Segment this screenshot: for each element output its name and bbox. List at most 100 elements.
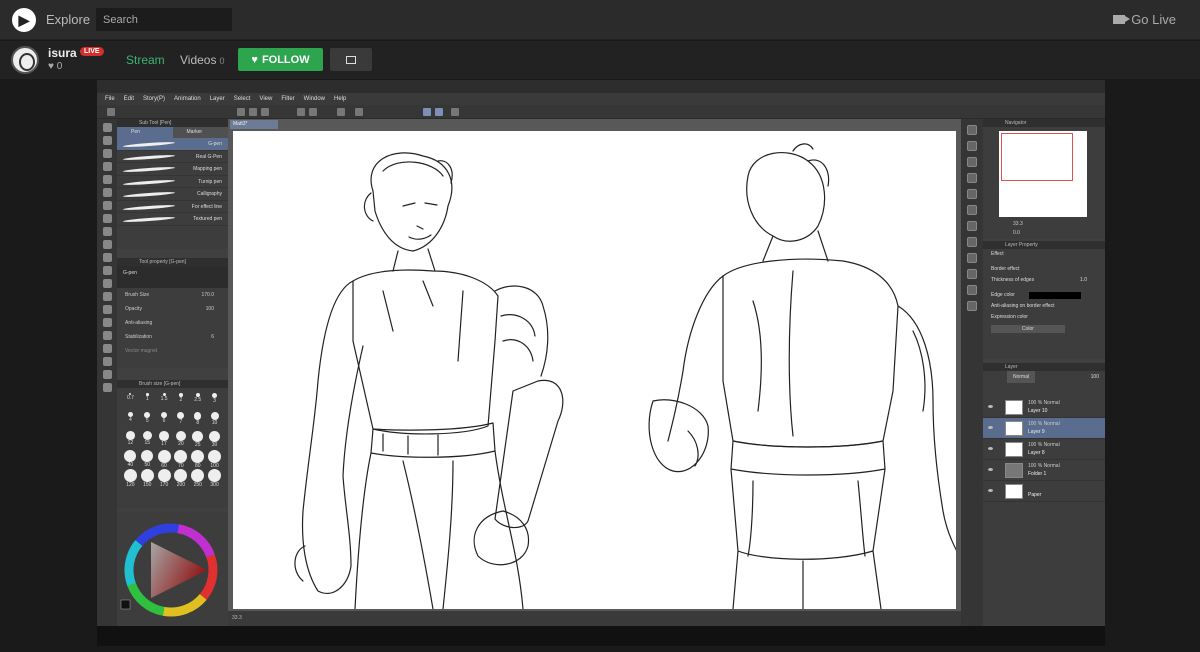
figure-icon (102, 318, 112, 327)
layer-thumbnail (1005, 484, 1023, 499)
eye-icon[interactable] (988, 447, 993, 450)
correct-line-icon (102, 383, 112, 392)
brush-size-cell[interactable]: 2 (173, 392, 188, 409)
brush-size-cell[interactable]: 8 (190, 411, 205, 428)
brush-size-cell[interactable]: 300 (207, 468, 222, 488)
brush-size-cell[interactable]: 10 (207, 411, 222, 428)
brush-size-cell[interactable]: 170 (157, 468, 172, 488)
brush-size-cell[interactable]: 7 (173, 411, 188, 428)
layer-row[interactable]: 100 % Normal Layer 8 (983, 439, 1105, 460)
thickness-label: Thickness of edges (991, 277, 1035, 283)
layer-row[interactable]: Paper (983, 481, 1105, 502)
vector-magnet-row: Vector magnet (125, 348, 158, 354)
gift-button[interactable] (330, 48, 372, 71)
brush-size-cell[interactable]: 40 (123, 449, 138, 468)
canvas-tab[interactable]: Matt3* (230, 120, 278, 129)
brush-size-cell[interactable]: 1 (140, 392, 155, 409)
eye-icon[interactable] (988, 426, 993, 429)
edge-color-swatch[interactable] (1029, 292, 1081, 299)
brush-size-label: 20 (178, 441, 184, 448)
layer-row[interactable]: 100 % Normal Folder 1 (983, 460, 1105, 481)
brush-size-cell[interactable]: 15 (140, 430, 155, 447)
layer-row[interactable]: 100 % Normal Layer 9 (983, 418, 1105, 439)
brush-size-label: 30 (211, 442, 218, 449)
brush-size-cell[interactable]: 60 (157, 449, 172, 469)
layer-mode: 100 % Normal (1028, 442, 1060, 448)
brush-size-cell[interactable]: 50 (140, 449, 155, 468)
camera-icon (1113, 15, 1131, 24)
brush-size-cell[interactable]: 80 (190, 449, 205, 469)
brush-size-cell[interactable]: 12 (123, 430, 138, 447)
heart-icon: ♥ (48, 61, 54, 72)
close-icon (967, 237, 977, 247)
eye-icon[interactable] (988, 405, 993, 408)
sub-tool-panel: Sub Tool [Pen] Pen Marker G-pen Real G-P… (117, 119, 228, 249)
heart-count-value: 0 (56, 61, 63, 72)
video-player[interactable]: File Edit Story(P) Animation Layer Selec… (97, 80, 1105, 646)
opacity-value: 100 (205, 306, 214, 312)
avatar[interactable] (11, 46, 39, 74)
tab-pen: Pen (117, 127, 173, 138)
tab-stream[interactable]: Stream (126, 53, 165, 67)
brush-size-cell[interactable]: 100 (207, 449, 222, 469)
brush-size-label: 3 (213, 397, 216, 404)
go-live-button[interactable]: Go Live (1113, 12, 1176, 27)
tab-marker: Marker (172, 127, 228, 138)
wand-icon (102, 175, 112, 184)
navigator-thumbnail[interactable] (999, 131, 1087, 217)
brush-size-dot (123, 469, 137, 482)
brush-size-label: 25 (194, 441, 201, 448)
eye-icon[interactable] (988, 468, 993, 471)
brush-size-cell[interactable]: 25 (190, 430, 205, 448)
eye-icon[interactable] (988, 489, 993, 492)
brush-size-title: Brush size [G-pen] (117, 380, 228, 388)
sub-tool-tabs: Pen Marker (117, 127, 228, 138)
expression-color-select[interactable]: Color (991, 325, 1065, 333)
follow-button[interactable]: ♥ FOLLOW (238, 48, 323, 71)
brush-size-cell[interactable]: 150 (140, 468, 155, 488)
blend-opacity: 100 (1090, 374, 1099, 380)
brush-size-panel: Brush size [G-pen] 0.7 1 1.5 2 2.5 3 4 5 6 7 8 10 12… (117, 380, 228, 508)
brush-size-cell[interactable]: 2.5 (190, 392, 205, 409)
brush-size-cell[interactable]: 20 (173, 430, 188, 447)
canvas-status-bar: 33.3 (228, 611, 961, 626)
brush-size-label: Brush Size (125, 292, 150, 298)
search-input[interactable] (96, 8, 232, 31)
layer-name: Layer 10 (1028, 408, 1048, 414)
channel-username[interactable]: isura (48, 46, 77, 60)
layer-name: Folder 1 (1028, 471, 1047, 477)
eraser-icon (102, 266, 112, 275)
drawing-canvas[interactable] (233, 131, 956, 609)
heart-icon: ♥ (251, 53, 258, 66)
brush-size-cell[interactable]: 0.7 (123, 392, 138, 409)
brush-size-cell[interactable]: 30 (207, 430, 222, 449)
pen-item: Textured pen (117, 213, 228, 226)
brush-size-cell[interactable]: 200 (173, 468, 188, 488)
heart-count: ♥ 0 (48, 61, 62, 72)
brush-size-cell[interactable]: 120 (123, 468, 138, 488)
brush-size-cell[interactable]: 1.5 (157, 392, 172, 409)
explore-link[interactable]: Explore (46, 12, 90, 27)
videos-count: 0 (219, 56, 225, 66)
brush-size-cell[interactable]: 6 (157, 411, 172, 428)
navigator-viewport[interactable] (1001, 133, 1073, 181)
layer-row[interactable]: 100 % Normal Layer 10 (983, 397, 1105, 418)
tool-property-panel: Tool property [G-pen] G-pen Brush Size 17… (117, 258, 228, 368)
menu-animation: Animation (174, 96, 201, 102)
brush-size-cell[interactable]: 17 (157, 430, 172, 447)
brush-size-row: Brush Size 170.0 (117, 288, 228, 302)
brush-size-cell[interactable]: 250 (190, 468, 205, 488)
brush-size-label: 7 (179, 418, 183, 425)
brush-size-cell[interactable]: 70 (173, 449, 188, 469)
tab-videos[interactable]: Videos 0 (180, 53, 225, 67)
decoration-icon (102, 253, 112, 262)
brush-size-cell[interactable]: 4 (123, 411, 138, 428)
brush-size-dot (193, 412, 202, 420)
tool-property-tag: G-pen (123, 270, 137, 276)
brush-size-cell[interactable]: 5 (140, 411, 155, 428)
site-logo-icon[interactable]: ▶ (12, 8, 36, 32)
blend-mode-select[interactable]: Normal (1007, 371, 1036, 383)
color-set-icon (967, 285, 977, 295)
canvas-area: Matt3* 33.3 (228, 119, 961, 626)
brush-size-cell[interactable]: 3 (207, 392, 222, 409)
